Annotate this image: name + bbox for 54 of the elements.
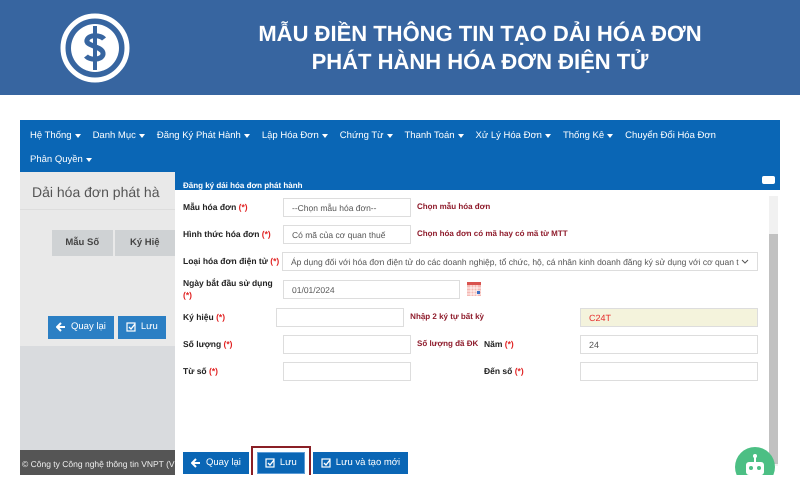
field-label: Loại hóa đơn điện tử (*) [183, 255, 280, 267]
input-field[interactable] [283, 362, 411, 380]
calendar-icon[interactable] [466, 281, 482, 297]
chevron-icon [741, 258, 749, 266]
input-field[interactable] [580, 362, 758, 380]
input-field[interactable]: C24T [580, 308, 758, 326]
select-field[interactable]: --Chọn mẫu hóa đơn-- [283, 198, 411, 216]
field-label: Từ số (*) [183, 365, 219, 377]
hint-text: Nhập 2 ký tự bất kỳ [410, 311, 484, 323]
nav-menu-item[interactable]: Phân Quyền [24, 148, 98, 172]
nav-menu-item[interactable]: Chuyển Đổi Hóa Đơn [619, 124, 722, 148]
nav-menu-item[interactable]: Xử Lý Hóa Đơn [470, 124, 557, 148]
save-button[interactable]: Lưu [118, 316, 166, 338]
banner-title: PHÁT HÀNH HÓA ĐƠN ĐIỆN TỬ [310, 48, 650, 76]
select-field[interactable]: Có mã của cơ quan thuế [283, 224, 411, 244]
input-field[interactable]: 24 [580, 334, 758, 354]
nav-menu-item[interactable]: Chứng Từ [334, 124, 398, 148]
close-button[interactable] [762, 176, 775, 184]
field-label: Ký hiệu (*) [183, 311, 226, 323]
back-arrow-icon [191, 458, 201, 468]
hint-text: Chọn mẫu hóa đơn [417, 201, 490, 213]
modal-title: Đăng ký dải hóa đơn phát hành [183, 180, 302, 192]
field-label: Đến số (*) [484, 364, 525, 378]
column-header: Ký Hiệ [114, 230, 175, 256]
field-label: Số lượng (*) [183, 338, 234, 350]
coin-logo [60, 12, 130, 82]
date-field[interactable]: 01/01/2024 [283, 280, 460, 298]
field-label: Năm (*) [484, 338, 515, 350]
hint-text: Chọn hóa đơn có mã hay có mã từ MTT [417, 228, 568, 240]
footer-text: © Công ty Công nghệ thông tin VNPT (V [20, 450, 175, 475]
nav-menu-item[interactable]: Đăng Ký Phát Hành [150, 124, 256, 148]
field-label: Mẫu hóa đơn (*) [183, 201, 249, 213]
select-field[interactable]: Áp dụng đối với hóa đơn điện tử do các doanh nghiệp, tổ chức, hộ, cá nhân kinh doanh đăng ký sử dụng với cơ quan t [282, 252, 758, 270]
back-button[interactable]: Quay lại [183, 452, 249, 474]
checkbox-icon [320, 458, 331, 468]
save-button[interactable]: Lưu và tạo mới [312, 452, 408, 474]
checkbox-icon [264, 458, 275, 468]
back-button[interactable]: Quay lại [48, 316, 114, 338]
hint-text: Số lượng đã ĐK [417, 338, 478, 350]
nav-menu-item[interactable]: Thống Kê [556, 124, 620, 148]
checkbox-icon [126, 322, 136, 332]
nav-menu-item[interactable]: Thanh Toán [398, 124, 470, 148]
field-label: Hình thức hóa đơn (*) [183, 228, 272, 240]
column-header: Mẫu Số [52, 230, 112, 256]
input-field[interactable] [283, 334, 411, 354]
field-label: Ngày bắt đầu sử dụng (*) [183, 277, 274, 301]
nav-menu-item[interactable]: Hệ Thống [24, 124, 87, 148]
input-field[interactable] [276, 308, 404, 326]
chatbot-icon[interactable] [735, 447, 775, 475]
nav-menu-item[interactable]: Danh Mục [86, 124, 151, 148]
nav-menu-item[interactable]: Lập Hóa Đơn [256, 124, 334, 148]
back-arrow-icon [56, 322, 66, 332]
save-button[interactable]: Lưu [256, 452, 305, 474]
banner-title: MẪU ĐIỀN THÔNG TIN TẠO DẢI HÓA ĐƠN [257, 20, 703, 48]
